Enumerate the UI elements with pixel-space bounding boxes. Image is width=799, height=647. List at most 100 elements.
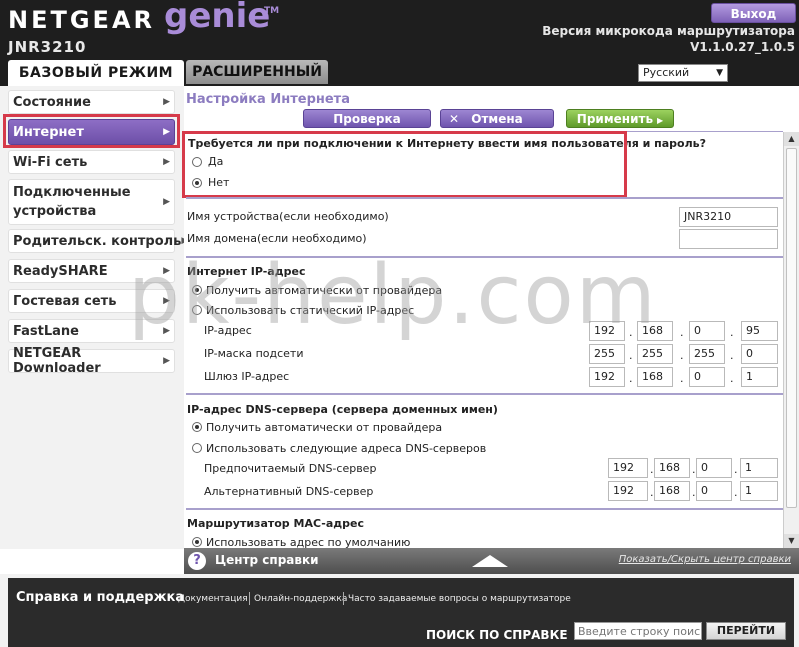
help-search-input[interactable] [574, 622, 702, 640]
divider [186, 256, 783, 258]
ip-octet-2[interactable]: 168 [637, 321, 673, 341]
gateway-octet-1[interactable]: 192 [589, 367, 625, 387]
dot-separator: . [734, 486, 738, 499]
gateway-octet-3[interactable]: 0 [689, 367, 725, 387]
secondary-dns-octet-2[interactable]: 168 [654, 481, 690, 501]
expand-arrow-icon[interactable] [472, 555, 508, 567]
chevron-right-icon: ▶ [163, 326, 170, 336]
divider [186, 197, 783, 199]
apply-button[interactable]: Применить ▶ [566, 109, 674, 128]
tab-basic[interactable]: БАЗОВЫЙ РЕЖИМ [8, 60, 184, 86]
sidebar-item-label: ReadySHARE [13, 263, 108, 279]
link-documentation[interactable]: Документация [178, 594, 248, 604]
chevron-right-icon: ▶ [163, 157, 170, 167]
sidebar-item-parental-control[interactable]: Родительск. контроль▶ [8, 229, 188, 253]
help-search-button[interactable]: ПЕРЕЙТИ [706, 622, 786, 640]
page-title: Настройка Интернета [186, 92, 350, 107]
help-toggle-link[interactable]: Показать/Скрыть центр справки [619, 554, 791, 565]
secondary-dns-octet-1[interactable]: 192 [608, 481, 648, 501]
sidebar-item-connected-devices[interactable]: Подключенные устройства ▶ [8, 179, 175, 225]
play-icon: ▶ [657, 116, 664, 125]
cancel-label: Отмена [471, 112, 523, 126]
chevron-right-icon: ▶ [163, 296, 170, 306]
apply-label: Применить [576, 112, 654, 126]
radio-ip-static[interactable] [192, 305, 202, 315]
ip-octet-1[interactable]: 192 [589, 321, 625, 341]
support-title: Справка и поддержка [16, 590, 185, 605]
mask-octet-1[interactable]: 255 [589, 344, 625, 364]
radio-label-dns-manual: Использовать следующие адреса DNS-сервер… [206, 442, 487, 455]
logout-button[interactable]: Выход [711, 3, 796, 23]
dot-separator: . [629, 372, 633, 385]
dot-separator: . [730, 326, 734, 339]
scroll-up-icon[interactable]: ▲ [784, 132, 799, 146]
help-search-label: ПОИСК ПО СПРАВКЕ [426, 628, 568, 642]
chevron-down-icon: ▼ [716, 68, 723, 78]
scrollbar[interactable]: ▲ ▼ [783, 132, 799, 548]
primary-dns-octet-3[interactable]: 0 [696, 458, 732, 478]
mask-octet-4[interactable]: 0 [741, 344, 778, 364]
dot-separator: . [650, 486, 654, 499]
sidebar-item-status[interactable]: Состояние ▶ [8, 90, 175, 114]
primary-dns-label: Предпочитаемый DNS-сервер [204, 462, 377, 475]
radio-mac-default[interactable] [192, 537, 202, 547]
mask-octet-3[interactable]: 255 [689, 344, 725, 364]
dot-separator: . [629, 326, 633, 339]
device-name-input[interactable]: JNR3210 [679, 207, 778, 227]
dot-separator: . [692, 486, 696, 499]
radio-label-dns-auto: Получить автоматически от провайдера [206, 421, 443, 434]
sidebar-item-downloader[interactable]: NETGEAR Downloader ▶ [8, 346, 175, 376]
secondary-dns-octet-4[interactable]: 1 [740, 481, 778, 501]
firmware-version: V1.1.0.27_1.0.5 [690, 40, 795, 54]
sidebar-item-fastlane[interactable]: FastLane ▶ [8, 319, 175, 343]
ip-address-label: IP-адрес [204, 324, 252, 337]
sidebar-item-wifi[interactable]: Wi-Fi сеть ▶ [8, 150, 175, 174]
gateway-octet-4[interactable]: 1 [741, 367, 778, 387]
sidebar-item-readyshare[interactable]: ReadySHARE ▶ [8, 259, 175, 283]
sidebar-item-label: Родительск. контроль [13, 233, 182, 249]
radio-ip-auto[interactable] [192, 285, 202, 295]
dot-separator: . [680, 372, 684, 385]
mask-octet-2[interactable]: 255 [637, 344, 673, 364]
firmware-label: Версия микрокода маршрутизатора [542, 24, 795, 38]
language-value: Русский [643, 66, 690, 79]
link-faq[interactable]: Часто задаваемые вопросы о маршрутизатор… [348, 594, 571, 604]
ip-octet-3[interactable]: 0 [689, 321, 725, 341]
primary-dns-octet-2[interactable]: 168 [654, 458, 690, 478]
primary-dns-octet-1[interactable]: 192 [608, 458, 648, 478]
divider [343, 592, 344, 605]
dot-separator: . [734, 463, 738, 476]
tab-advanced[interactable]: РАСШИРЕННЫЙ [186, 60, 328, 84]
language-select[interactable]: Русский ▼ [638, 64, 728, 82]
check-button[interactable]: Проверка [303, 109, 431, 128]
help-center-bar[interactable]: ? Центр справки Показать/Скрыть центр сп… [184, 548, 799, 574]
dot-separator: . [629, 349, 633, 362]
sidebar-item-label: Гостевая сеть [13, 293, 117, 309]
dot-separator: . [650, 463, 654, 476]
cancel-button[interactable]: ✕ Отмена [440, 109, 554, 128]
gateway-label: Шлюз IP-адрес [204, 370, 290, 383]
dns-section-title: IP-адрес DNS-сервера (сервера доменных и… [187, 403, 498, 416]
dot-separator: . [730, 349, 734, 362]
radio-dns-auto[interactable] [192, 422, 202, 432]
secondary-dns-octet-3[interactable]: 0 [696, 481, 732, 501]
link-online-support[interactable]: Онлайн-поддержка [254, 594, 347, 604]
ip-octet-4[interactable]: 95 [741, 321, 778, 341]
radio-dns-manual[interactable] [192, 443, 202, 453]
help-center-title: Центр справки [215, 553, 319, 567]
genie-logo: genie [164, 0, 271, 36]
domain-name-input[interactable] [679, 229, 778, 249]
domain-name-label: Имя домена(если необходимо) [187, 232, 367, 245]
device-name-label: Имя устройства(если необходимо) [187, 210, 389, 223]
highlight-outline [182, 131, 627, 198]
question-icon: ? [188, 552, 206, 570]
dot-separator: . [730, 372, 734, 385]
scroll-thumb[interactable] [786, 148, 797, 508]
sidebar-item-guest-network[interactable]: Гостевая сеть ▶ [8, 289, 175, 313]
gateway-octet-2[interactable]: 168 [637, 367, 673, 387]
scroll-down-icon[interactable]: ▼ [784, 534, 799, 548]
dot-separator: . [692, 463, 696, 476]
primary-dns-octet-4[interactable]: 1 [740, 458, 778, 478]
sidebar-item-label: Подключенные устройства [13, 185, 131, 219]
chevron-right-icon: ▶ [163, 97, 170, 107]
